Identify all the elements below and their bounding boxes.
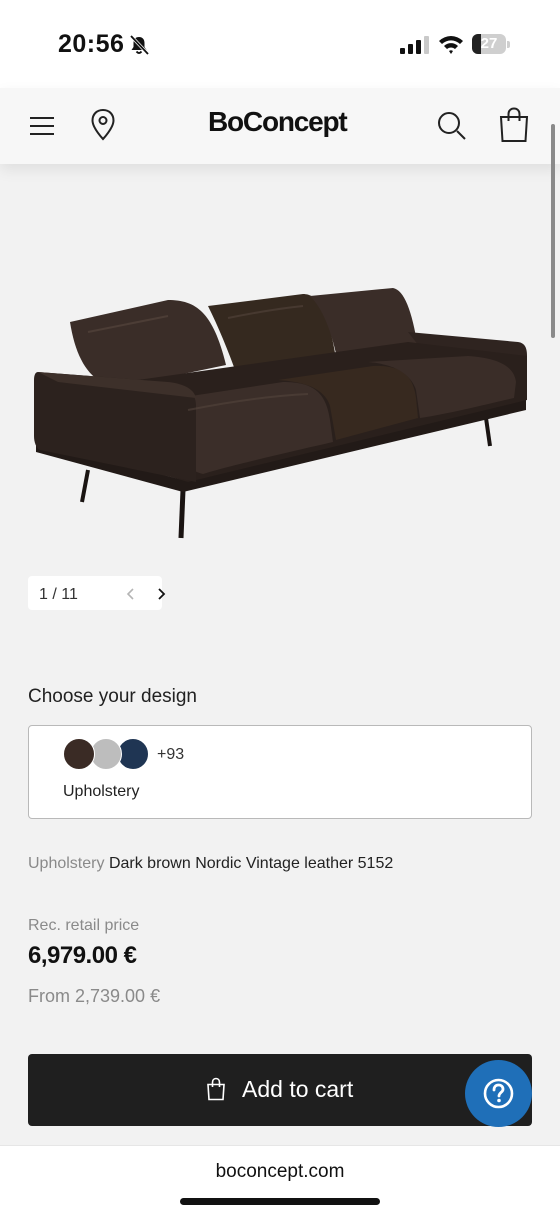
bell-muted-icon [129,34,150,56]
home-indicator[interactable] [180,1198,380,1205]
shopping-bag-icon[interactable] [498,106,530,144]
brand-logo[interactable]: BoConcept [208,106,348,138]
upholstery-label: Upholstery [63,783,140,800]
cellular-signal-icon [400,36,429,54]
price-from: From 2,739.00 € [28,986,161,1006]
question-mark-icon [483,1078,514,1109]
chevron-left-icon[interactable] [126,588,136,600]
upholstery-swatches[interactable] [63,738,153,770]
add-to-cart-button[interactable]: Add to cart [28,1054,532,1126]
location-pin-icon[interactable] [90,108,116,142]
gallery-pager: 1 / 11 [28,576,166,610]
product-image-sofa[interactable] [28,270,528,550]
browser-url-bar[interactable]: boconcept.com [0,1145,560,1217]
site-header: BoConcept [0,88,560,164]
upholstery-selector[interactable]: +93 Upholstery [28,725,532,819]
battery-percentage: 27 [480,35,498,52]
status-bar: 20:56 27 [0,0,560,88]
selected-upholstery-label: Upholstery [28,855,105,872]
price-label: Rec. retail price [28,917,140,934]
status-time: 20:56 [58,30,125,58]
page-scrollbar[interactable] [551,124,555,338]
gallery-counter: 1 / 11 [39,586,78,603]
wifi-icon [439,36,463,54]
selected-upholstery: Upholstery Dark brown Nordic Vintage lea… [28,855,393,873]
hamburger-menu-icon[interactable] [28,112,56,140]
add-to-cart-label: Add to cart [242,1076,354,1102]
price-amount: 6,979.00 € [28,942,137,969]
more-swatches-count: +93 [157,746,185,763]
chevron-right-icon[interactable] [156,588,166,600]
selected-upholstery-value: Dark brown Nordic Vintage leather 5152 [108,855,394,872]
shopping-bag-icon [207,1077,225,1101]
search-icon[interactable] [436,110,468,142]
help-chat-button[interactable] [465,1060,532,1127]
upholstery-swatch[interactable] [63,738,95,770]
battery-indicator: 27 [472,34,510,54]
choose-design-heading: Choose your design [28,686,197,707]
browser-url[interactable]: boconcept.com [0,1161,560,1183]
